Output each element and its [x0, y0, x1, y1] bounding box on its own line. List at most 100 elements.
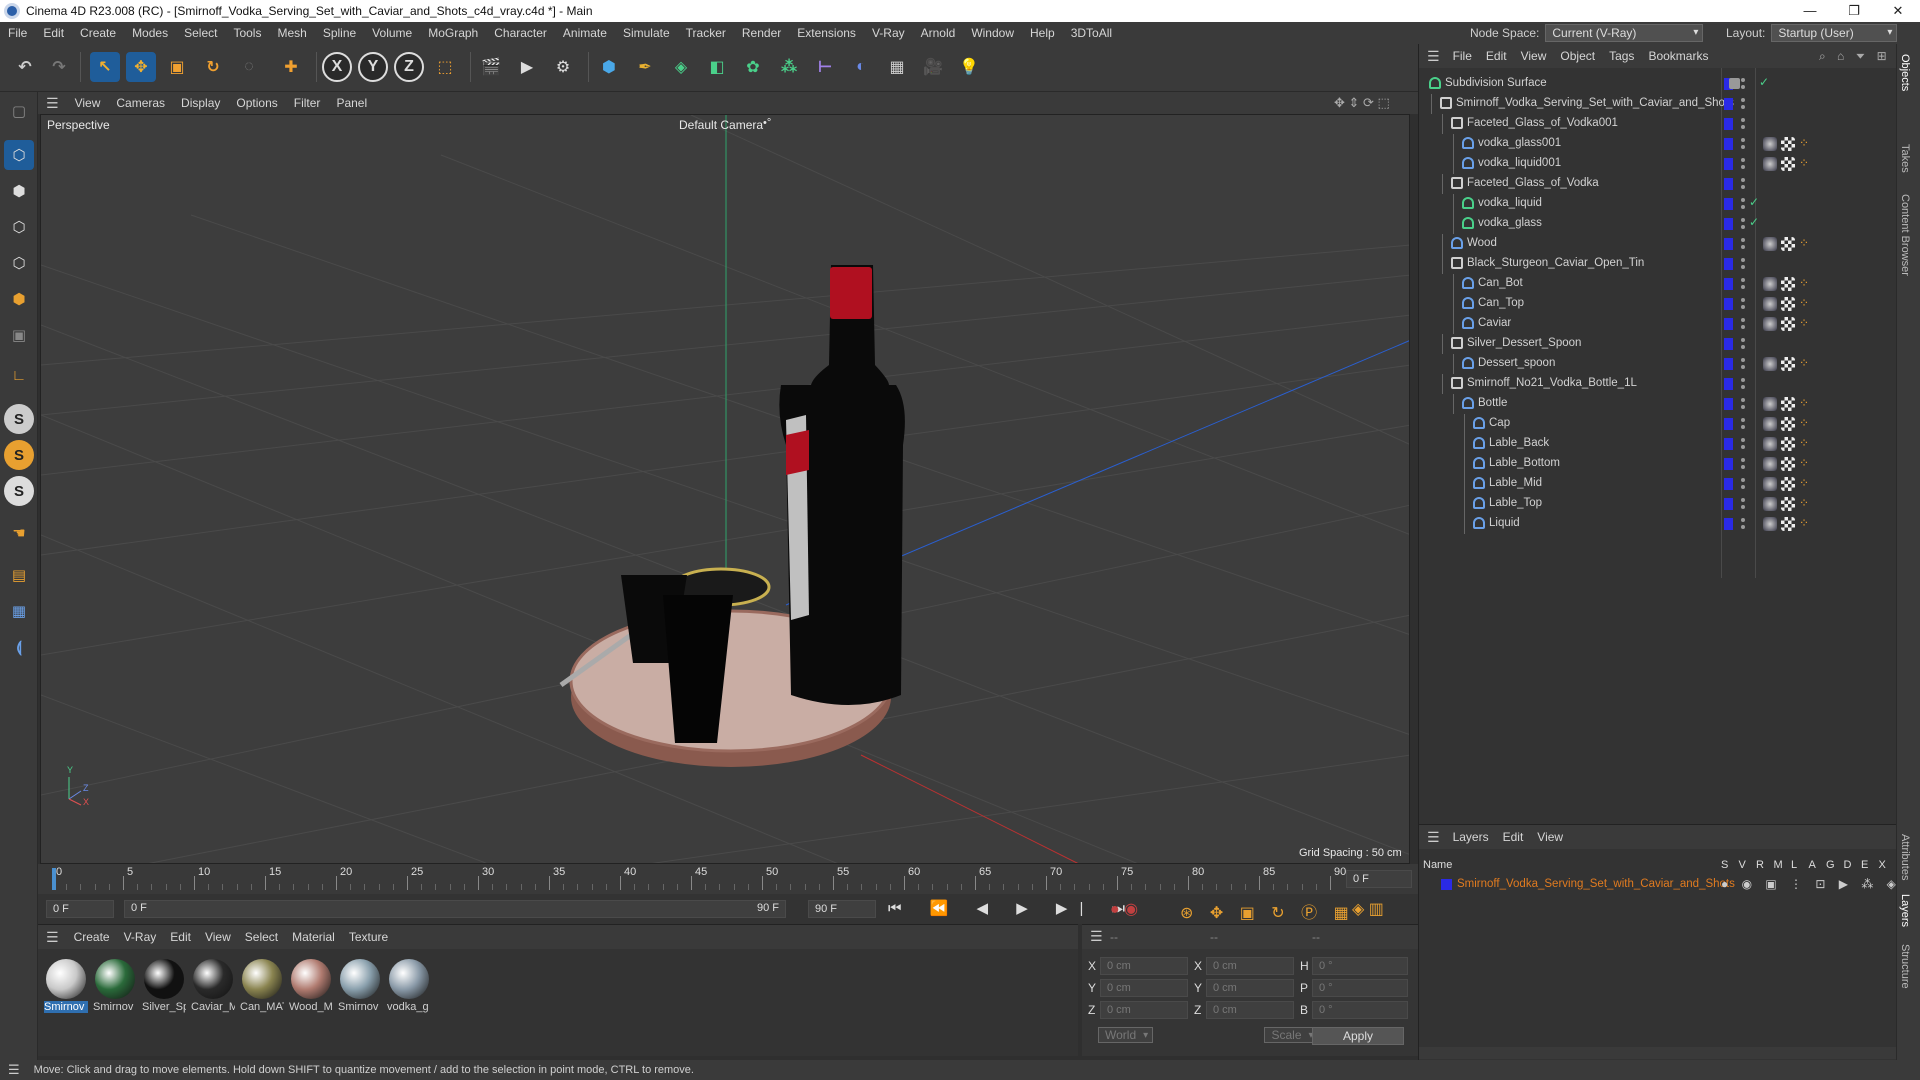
vray-tag-icon[interactable]: ⁘ [1799, 136, 1809, 150]
right-tab-attributes[interactable]: Attributes [1899, 834, 1911, 880]
material-tag-icon[interactable] [1763, 477, 1777, 491]
texture-tag-icon[interactable] [1781, 277, 1795, 291]
record-keyframe-icon[interactable]: ● ◉ [1110, 899, 1138, 919]
render-picture-viewer-icon[interactable]: ▶ [512, 52, 542, 82]
object-name[interactable]: Lable_Back [1489, 437, 1549, 449]
object-name[interactable]: Smirnoff_No21_Vodka_Bottle_1L [1467, 377, 1637, 389]
vray-tag-icon[interactable]: ⁘ [1799, 456, 1809, 470]
object-name[interactable]: Lable_Top [1489, 497, 1542, 509]
layer-menu-edit[interactable]: Edit [1496, 830, 1531, 844]
object-name[interactable]: Dessert_spoon [1478, 357, 1555, 369]
layer-color-swatch[interactable] [1724, 118, 1733, 130]
menu-v-ray[interactable]: V-Ray [864, 26, 913, 40]
object-row[interactable]: Faceted_Glass_of_Vodka [1419, 174, 1897, 194]
object-name[interactable]: Smirnoff_Vodka_Serving_Set_with_Caviar_a… [1456, 97, 1734, 109]
menu-render[interactable]: Render [734, 26, 789, 40]
menu-3dtoall[interactable]: 3DToAll [1063, 26, 1120, 40]
menu-window[interactable]: Window [963, 26, 1022, 40]
edge-mode-icon[interactable]: ⬡ [4, 248, 34, 278]
texture-tag-icon[interactable] [1781, 357, 1795, 371]
viewport-nav-icons[interactable]: ✥ ⇕ ⟳ ⬚ [1334, 95, 1390, 111]
menu-help[interactable]: Help [1022, 26, 1063, 40]
object-row[interactable]: Smirnoff_No21_Vodka_Bottle_1L [1419, 374, 1897, 394]
select-tool-icon[interactable]: ↖ [90, 52, 120, 82]
coord-size-field[interactable]: 0 cm [1206, 1001, 1294, 1019]
undo-icon[interactable]: ↶ [10, 52, 40, 82]
texture-tag-icon[interactable] [1781, 397, 1795, 411]
object-name[interactable]: Black_Sturgeon_Caviar_Open_Tin [1467, 257, 1644, 269]
menu-mesh[interactable]: Mesh [269, 26, 314, 40]
make-editable-icon[interactable]: ▢ [4, 96, 34, 126]
live-selection-icon[interactable]: ◌ [234, 52, 264, 82]
transport-buttons[interactable]: ⏮ ⏪ ◀ ▶ ▶| ⏭ [888, 899, 1137, 917]
timeline-ruler[interactable]: 0 5 10 15 20 25 30 35 40 45 50 55 60 65 70 75 80 85 90 0 F [38, 864, 1418, 894]
material-tag-icon[interactable] [1763, 317, 1777, 331]
object-row[interactable]: Can_Top ⁘ [1419, 294, 1897, 314]
object-name[interactable]: vodka_glass [1478, 217, 1542, 229]
vray-tag-icon[interactable]: ⁘ [1799, 496, 1809, 510]
right-tab-layers[interactable]: Layers [1899, 894, 1911, 927]
menu-character[interactable]: Character [486, 26, 555, 40]
vray-tag-icon[interactable]: ⁘ [1799, 316, 1809, 330]
menu-animate[interactable]: Animate [555, 26, 615, 40]
object-row[interactable]: Wood ⁘ [1419, 234, 1897, 254]
move-tool-icon[interactable]: ✥ [126, 52, 156, 82]
coord-pos-field[interactable]: 0 cm [1100, 1001, 1188, 1019]
layer-color-swatch[interactable] [1724, 178, 1733, 190]
object-name[interactable]: Wood [1467, 237, 1497, 249]
vray-tag-icon[interactable]: ⁘ [1799, 416, 1809, 430]
viewport-menu-cameras[interactable]: Cameras [108, 96, 173, 110]
object-row[interactable]: Liquid ⁘ [1419, 514, 1897, 534]
edit-toggle-icon[interactable] [1729, 78, 1740, 89]
object-row[interactable]: Bottle ⁘ [1419, 394, 1897, 414]
object-row[interactable]: Lable_Bottom ⁘ [1419, 454, 1897, 474]
layer-color-swatch[interactable] [1724, 458, 1733, 470]
layer-color-swatch[interactable] [1724, 198, 1733, 210]
minimize-button[interactable]: — [1788, 0, 1832, 22]
menu-volume[interactable]: Volume [364, 26, 420, 40]
object-name[interactable]: Caviar [1478, 317, 1511, 329]
object-menu-tags[interactable]: Tags [1602, 49, 1641, 63]
layer-color-swatch[interactable] [1724, 278, 1733, 290]
material-tag-icon[interactable] [1763, 157, 1777, 171]
hamburger-icon[interactable]: ☰ [1090, 928, 1103, 945]
subdivision-icon[interactable]: ◈ [666, 52, 696, 82]
camera-icon[interactable]: 🎥 [918, 52, 948, 82]
material-thumbnail[interactable] [193, 959, 233, 999]
object-row[interactable]: Can_Bot ⁘ [1419, 274, 1897, 294]
material-tag-icon[interactable] [1763, 417, 1777, 431]
tweak-icon[interactable]: ☚ [4, 518, 34, 548]
material-thumbnail[interactable] [242, 959, 282, 999]
right-tab-takes[interactable]: Takes [1899, 144, 1911, 173]
material-thumbnail[interactable] [46, 959, 86, 999]
visibility-dots-icon[interactable] [1741, 217, 1745, 231]
material-label[interactable]: Smirnov [44, 1001, 88, 1013]
layer-row[interactable]: Smirnoff_Vodka_Serving_Set_with_Caviar_a… [1419, 875, 1920, 895]
material-tag-icon[interactable] [1763, 457, 1777, 471]
viewport-menu-display[interactable]: Display [173, 96, 228, 110]
material-thumbnail[interactable] [340, 959, 380, 999]
visibility-dots-icon[interactable] [1741, 497, 1745, 511]
hamburger-icon[interactable]: ☰ [1419, 48, 1446, 65]
hamburger-icon[interactable]: ☰ [38, 929, 67, 946]
frame-range-slider[interactable]: 0 F 90 F [124, 900, 786, 918]
object-name[interactable]: vodka_liquid [1478, 197, 1542, 209]
texture-tag-icon[interactable] [1781, 517, 1795, 531]
menu-extensions[interactable]: Extensions [789, 26, 864, 40]
visibility-dots-icon[interactable] [1741, 197, 1745, 211]
menu-tracker[interactable]: Tracker [678, 26, 734, 40]
model-mode-icon[interactable]: ⬡ [4, 140, 34, 170]
apply-button[interactable]: Apply [1312, 1027, 1404, 1045]
object-menu-bookmarks[interactable]: Bookmarks [1641, 49, 1715, 63]
object-menu-edit[interactable]: Edit [1479, 49, 1514, 63]
object-name[interactable]: Faceted_Glass_of_Vodka [1467, 177, 1599, 189]
layer-color-swatch[interactable] [1724, 338, 1733, 350]
viewport-menu-options[interactable]: Options [228, 96, 285, 110]
playhead[interactable] [52, 868, 56, 890]
right-tab-content-browser[interactable]: Content Browser [1899, 194, 1911, 276]
snap-icon[interactable]: S [4, 404, 34, 434]
visibility-dots-icon[interactable] [1741, 97, 1745, 111]
texture-tag-icon[interactable] [1781, 297, 1795, 311]
object-search-filter-icons[interactable]: ⌕ ⌂ ⏷ ⊞ [1819, 49, 1891, 64]
rotate-tool-icon[interactable]: ↻ [198, 52, 228, 82]
